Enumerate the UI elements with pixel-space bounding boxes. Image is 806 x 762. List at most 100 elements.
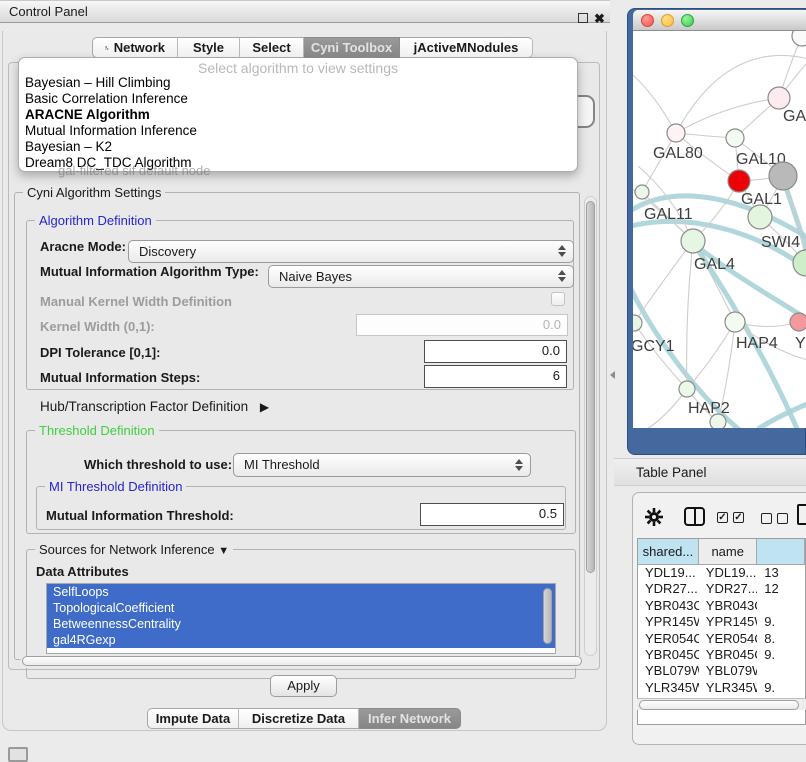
mi-steps-field[interactable]: 6	[424, 365, 567, 388]
dpi-tolerance-field[interactable]: 0.0	[424, 340, 567, 363]
data-attributes-listbox[interactable]: SelfLoopsTopologicalCoefficientBetweenne…	[46, 583, 556, 654]
dpi-tolerance-label: DPI Tolerance [0,1]:	[40, 345, 160, 360]
close-icon[interactable]: ✖	[594, 9, 605, 29]
table-row[interactable]: YBR043CYBR043C	[638, 598, 805, 614]
network-node-gal10[interactable]	[726, 129, 744, 147]
expand-arrow-icon[interactable]: ▶	[260, 400, 269, 414]
network-node[interactable]	[710, 414, 726, 428]
table-cell: YER054C	[638, 631, 699, 647]
algorithm-option-aracne-algorithm[interactable]: ARACNE Algorithm	[19, 107, 577, 123]
attribute-item-selfloops[interactable]: SelfLoops	[47, 584, 555, 600]
algorithm-option-bayesian-hill-climbing[interactable]: Bayesian – Hill Climbing	[19, 75, 577, 91]
network-node-gal[interactable]	[768, 87, 790, 109]
attribute-item-betweennesscentrality[interactable]: BetweennessCentrality	[47, 616, 555, 632]
table-cell: YDL19...	[638, 565, 699, 581]
splitter-collapse-icon[interactable]	[610, 371, 615, 379]
algorithm-option-bayesian-k2[interactable]: Bayesian – K2	[19, 139, 577, 155]
network-node-hap4[interactable]	[725, 312, 745, 332]
deselect-all-box-icon-2[interactable]	[777, 513, 788, 524]
table-panel-title: Table Panel	[636, 465, 707, 480]
column-header-name[interactable]: name	[699, 539, 758, 565]
attribute-item-topologicalcoefficient[interactable]: TopologicalCoefficient	[47, 600, 555, 616]
network-edge[interactable]	[693, 241, 735, 322]
table-cell: YBL079W	[638, 663, 699, 679]
tab-style[interactable]: Style	[178, 37, 240, 58]
tab-discretize-data[interactable]: Discretize Data	[239, 708, 359, 729]
network-node-gal80[interactable]	[667, 124, 685, 142]
settings-vertical-scrollbar[interactable]	[584, 196, 597, 656]
network-edge-thick[interactable]	[758, 399, 806, 428]
column-visibility-icon[interactable]	[684, 507, 705, 526]
float-window-icon[interactable]	[578, 13, 588, 23]
table-row[interactable]: YLR345WYLR345W9.	[638, 680, 805, 696]
minimized-panel-icon[interactable]	[8, 747, 28, 762]
mi-algorithm-type-combobox[interactable]: Naive Bayes	[268, 265, 574, 288]
attribute-item-gal4rgexp[interactable]: gal4RGexp	[47, 632, 555, 648]
deselect-all-box-icon[interactable]	[761, 513, 772, 524]
algorithm-option-basic-correlation-inference[interactable]: Basic Correlation Inference	[19, 91, 577, 107]
apply-button[interactable]: Apply	[270, 675, 337, 697]
network-node-gal1[interactable]	[728, 170, 750, 192]
algorithm-option-dream8-dc-tdc-algorithm[interactable]: Dream8 DC_TDC Algorithm	[19, 155, 577, 171]
settings-vertical-scrollbar-thumb[interactable]	[586, 201, 595, 573]
select-all-check-icon[interactable]: ✓	[717, 512, 728, 523]
tab-select[interactable]: Select	[240, 37, 304, 58]
network-node[interactable]	[792, 31, 806, 46]
settings-horizontal-scrollbar-thumb[interactable]	[22, 656, 582, 666]
network-canvas[interactable]: GALGAL80GAL10GAL1SWI4GAL11GAL4HAP4YGCY1H…	[633, 31, 806, 428]
tab-infer-network[interactable]: Infer Network	[359, 708, 461, 729]
algorithm-list: Bayesian – Hill ClimbingBasic Correlatio…	[19, 75, 577, 171]
tab-jactivemnodules[interactable]: jActiveMNodules	[400, 37, 533, 58]
network-node-hap2[interactable]	[679, 381, 695, 397]
network-edge[interactable]	[676, 98, 779, 133]
mi-threshold-field[interactable]: 0.5	[420, 503, 564, 526]
table-horizontal-scrollbar-thumb[interactable]	[639, 700, 799, 710]
network-edge[interactable]	[643, 389, 687, 428]
hub-definition-toggle[interactable]: Hub/Transcription Factor Definition ▶	[40, 399, 269, 414]
network-edge[interactable]	[687, 241, 693, 389]
network-node-swi4[interactable]	[748, 205, 772, 229]
table-row[interactable]: YDR27...YDR27...12	[638, 581, 805, 597]
network-node[interactable]	[793, 250, 806, 276]
table-cell: YPR145W	[699, 614, 757, 630]
manual-kernel-width-checkbox[interactable]	[551, 292, 565, 306]
table-cell: YDR27...	[699, 581, 757, 597]
network-node-y[interactable]	[790, 313, 806, 331]
column-header-shared[interactable]: shared...	[638, 539, 699, 565]
network-edge[interactable]	[634, 323, 687, 389]
tab-impute-data[interactable]: Impute Data	[147, 708, 239, 729]
kernel-width-field[interactable]: 0.0	[356, 314, 568, 336]
table-row[interactable]: YBL079WYBL079W	[638, 663, 805, 679]
which-threshold-combobox[interactable]: MI Threshold	[233, 453, 531, 477]
close-traffic-light-icon[interactable]	[641, 14, 654, 27]
network-window-titlebar[interactable]	[633, 10, 806, 31]
attributes-scrollbar[interactable]	[542, 586, 552, 652]
aracne-mode-combobox[interactable]: Discovery	[128, 240, 574, 263]
gear-icon[interactable]	[644, 507, 664, 527]
table-row[interactable]: YDL19...YDL19...13	[638, 565, 805, 581]
network-graph[interactable]: GALGAL80GAL10GAL1SWI4GAL11GAL4HAP4YGCY1H…	[633, 31, 806, 428]
tab-cyni-toolbox[interactable]: Cyni Toolbox	[304, 37, 400, 58]
network-node-gal4[interactable]	[681, 229, 705, 253]
network-node-gal11[interactable]	[635, 185, 649, 199]
document-icon[interactable]	[797, 504, 806, 525]
select-all-check-icon-2[interactable]: ✓	[733, 512, 744, 523]
table-row[interactable]: YPR145WYPR145W9.	[638, 614, 805, 630]
zoom-traffic-light-icon[interactable]	[681, 14, 694, 27]
network-edge[interactable]	[634, 241, 693, 323]
table-row[interactable]: YBR045CYBR045C9.	[638, 647, 805, 663]
tab-network[interactable]: Network	[92, 37, 178, 58]
network-node[interactable]	[769, 162, 797, 190]
network-edge[interactable]	[633, 71, 676, 133]
network-edge[interactable]	[642, 133, 676, 192]
table-row[interactable]: YER054CYER054C8.	[638, 631, 805, 647]
network-edge[interactable]	[687, 322, 735, 389]
algorithm-option-mutual-information-inference[interactable]: Mutual Information Inference	[19, 123, 577, 139]
network-node-gcy1[interactable]	[633, 315, 642, 331]
settings-horizontal-scrollbar[interactable]	[20, 656, 588, 668]
collapse-arrow-icon[interactable]: ▼	[218, 545, 229, 557]
column-header-2[interactable]	[757, 539, 805, 565]
minimize-traffic-light-icon[interactable]	[661, 14, 674, 27]
table-horizontal-scrollbar[interactable]	[637, 698, 806, 710]
screen: { "icons": { "close": "✖", "collapse_arr…	[0, 0, 806, 762]
